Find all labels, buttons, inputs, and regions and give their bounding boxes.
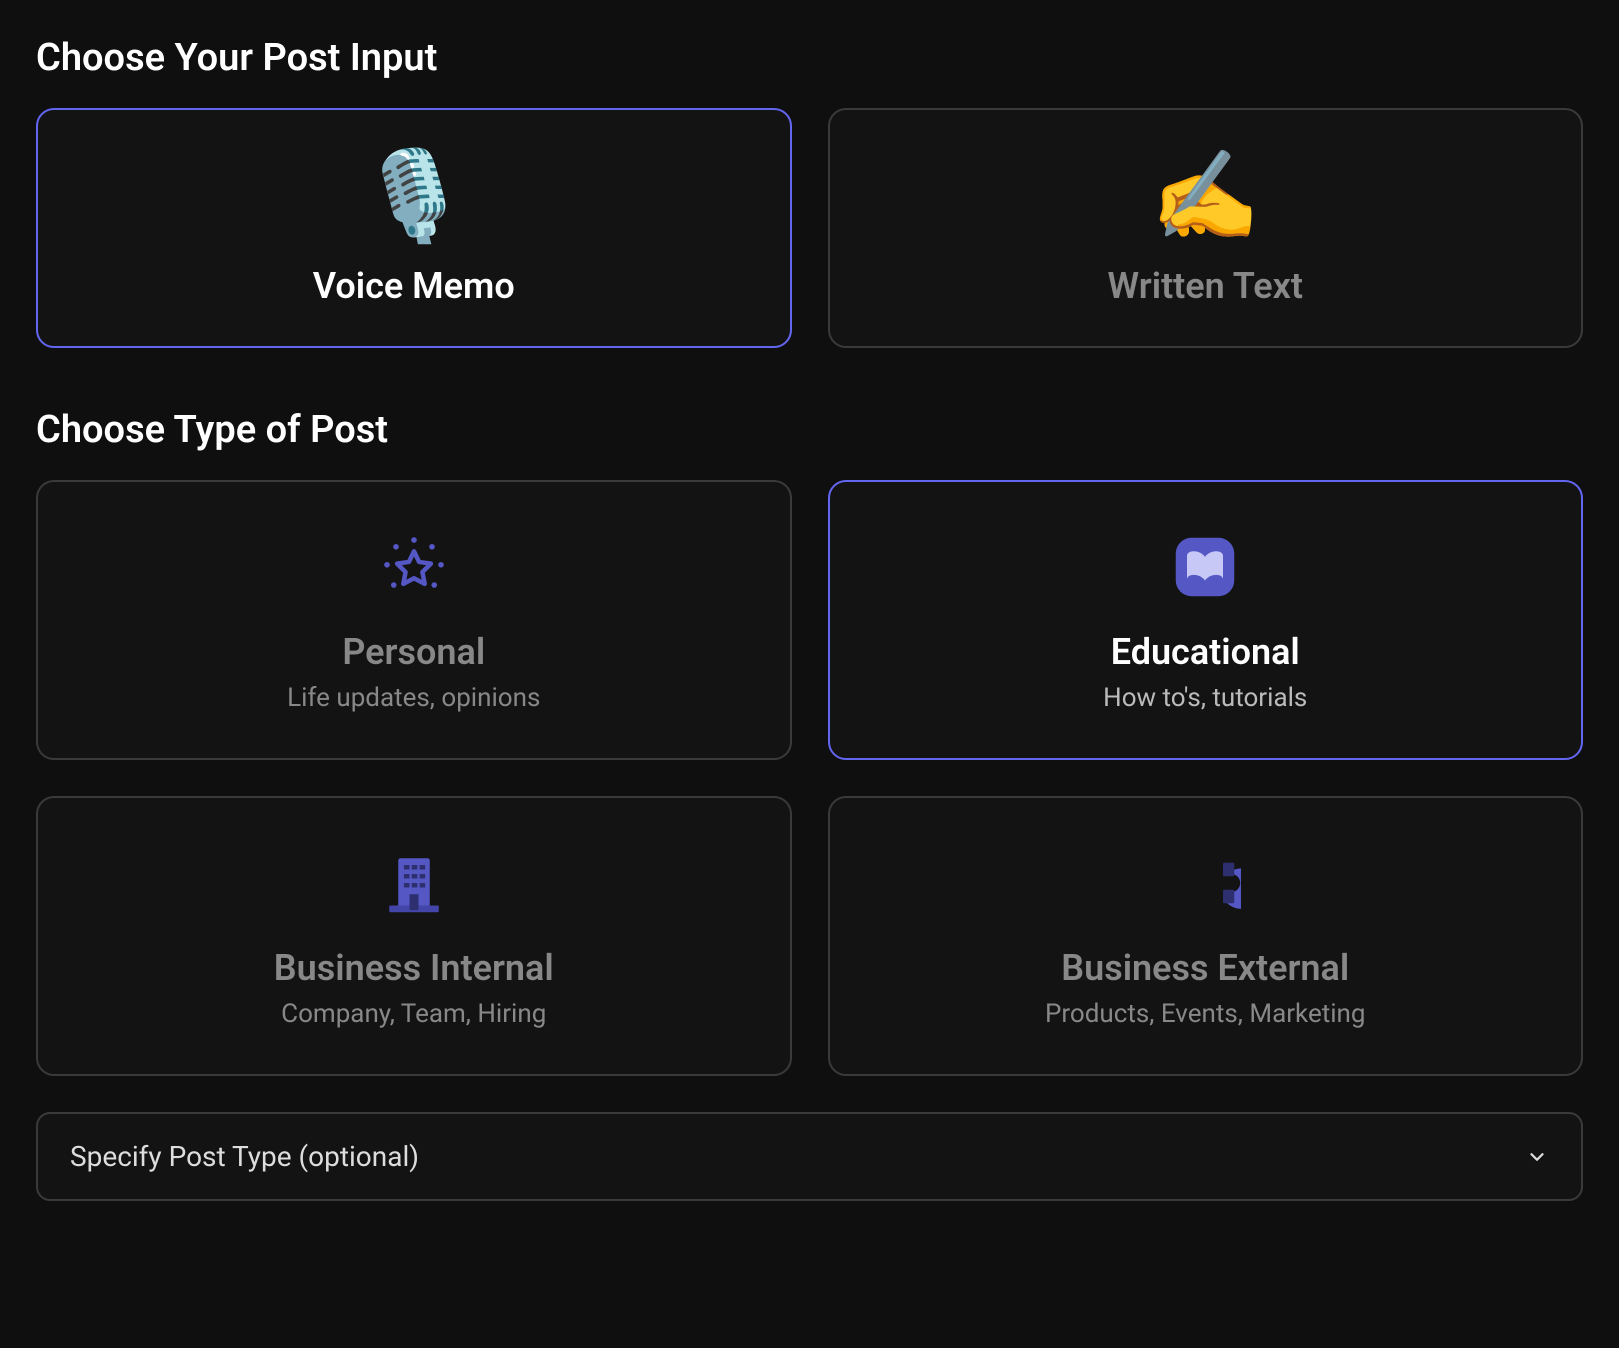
chevron-down-icon [1525, 1145, 1549, 1169]
card-label-educational: Educational [1111, 631, 1300, 673]
type-card-grid: Personal Life updates, opinions Educatio… [36, 480, 1583, 1076]
card-business-internal[interactable]: Business Internal Company, Team, Hiring [36, 796, 792, 1076]
post-input-section: Choose Your Post Input 🎙️ Voice Memo ✍️ … [36, 36, 1583, 348]
card-educational[interactable]: Educational How to's, tutorials [828, 480, 1584, 760]
post-type-section: Choose Type of Post Personal [36, 408, 1583, 1201]
section-title-input: Choose Your Post Input [36, 36, 1583, 80]
card-personal[interactable]: Personal Life updates, opinions [36, 480, 792, 760]
building-icon [378, 843, 450, 923]
card-sublabel-personal: Life updates, opinions [287, 683, 540, 713]
input-card-grid: 🎙️ Voice Memo ✍️ Written Text [36, 108, 1583, 348]
magnet-icon [1169, 843, 1241, 923]
card-sublabel-educational: How to's, tutorials [1103, 683, 1307, 713]
book-icon [1169, 527, 1241, 607]
card-label-business-external: Business External [1061, 947, 1349, 989]
card-business-external[interactable]: Business External Products, Events, Mark… [828, 796, 1584, 1076]
section-title-type: Choose Type of Post [36, 408, 1583, 452]
card-label-written: Written Text [1108, 265, 1303, 307]
dropdown-label: Specify Post Type (optional) [70, 1140, 419, 1173]
card-sublabel-business-internal: Company, Team, Hiring [281, 999, 546, 1029]
card-sublabel-business-external: Products, Events, Marketing [1045, 999, 1366, 1029]
specify-post-type-dropdown[interactable]: Specify Post Type (optional) [36, 1112, 1583, 1201]
card-voice-memo[interactable]: 🎙️ Voice Memo [36, 108, 792, 348]
card-label-personal: Personal [342, 631, 485, 673]
star-sparkle-icon [378, 527, 450, 607]
card-written-text[interactable]: ✍️ Written Text [828, 108, 1584, 348]
writing-hand-icon: ✍️ [1150, 149, 1260, 245]
card-label-business-internal: Business Internal [274, 947, 554, 989]
microphone-icon: 🎙️ [359, 149, 469, 245]
card-label-voice: Voice Memo [313, 265, 515, 307]
